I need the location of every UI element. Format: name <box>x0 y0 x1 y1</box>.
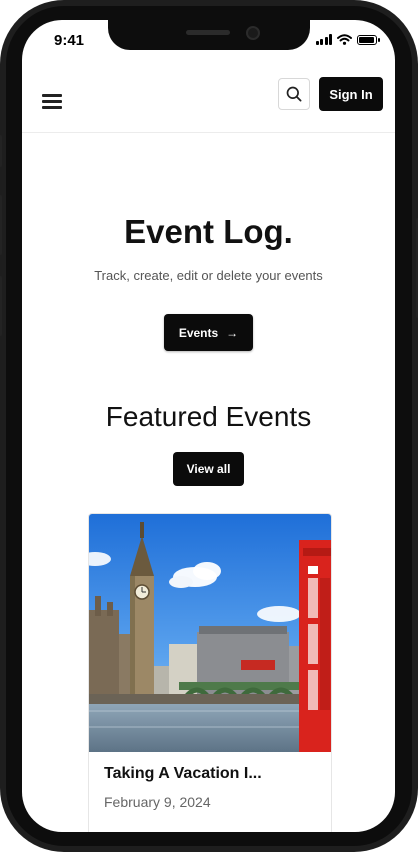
status-icons <box>315 34 380 45</box>
search-icon <box>286 86 302 102</box>
screen: 9:41 Sign In Event Log. Track, create, e… <box>22 20 395 832</box>
status-time: 9:41 <box>54 32 85 49</box>
page-subtitle: Track, create, edit or delete your event… <box>94 268 323 283</box>
battery-icon <box>357 34 380 45</box>
event-card[interactable]: Taking A Vacation I... February 9, 2024 <box>88 513 332 832</box>
volume-up-button <box>0 195 2 255</box>
navbar: Sign In <box>22 76 395 133</box>
events-button-label: Events <box>178 325 219 340</box>
view-all-button[interactable]: View all <box>173 452 244 486</box>
event-card-date: February 9, 2024 <box>104 794 211 810</box>
event-card-title: Taking A Vacation I... <box>104 765 262 782</box>
event-card-image <box>89 514 331 752</box>
volume-down-button <box>0 276 2 336</box>
events-button[interactable]: Events → <box>164 314 253 351</box>
signal-icon <box>315 34 332 45</box>
wifi-icon <box>337 34 352 45</box>
phone-frame: 9:41 Sign In Event Log. Track, create, e… <box>0 0 418 852</box>
search-button[interactable] <box>278 78 310 110</box>
menu-icon[interactable] <box>42 94 62 110</box>
page-title: Event Log. <box>124 213 293 250</box>
sign-in-button[interactable]: Sign In <box>319 77 383 111</box>
featured-events-heading: Featured Events <box>105 401 312 432</box>
mute-switch <box>0 135 2 167</box>
arrow-right-icon: → <box>226 325 239 340</box>
speaker <box>186 30 230 35</box>
front-camera <box>246 26 260 40</box>
notch <box>108 20 310 50</box>
